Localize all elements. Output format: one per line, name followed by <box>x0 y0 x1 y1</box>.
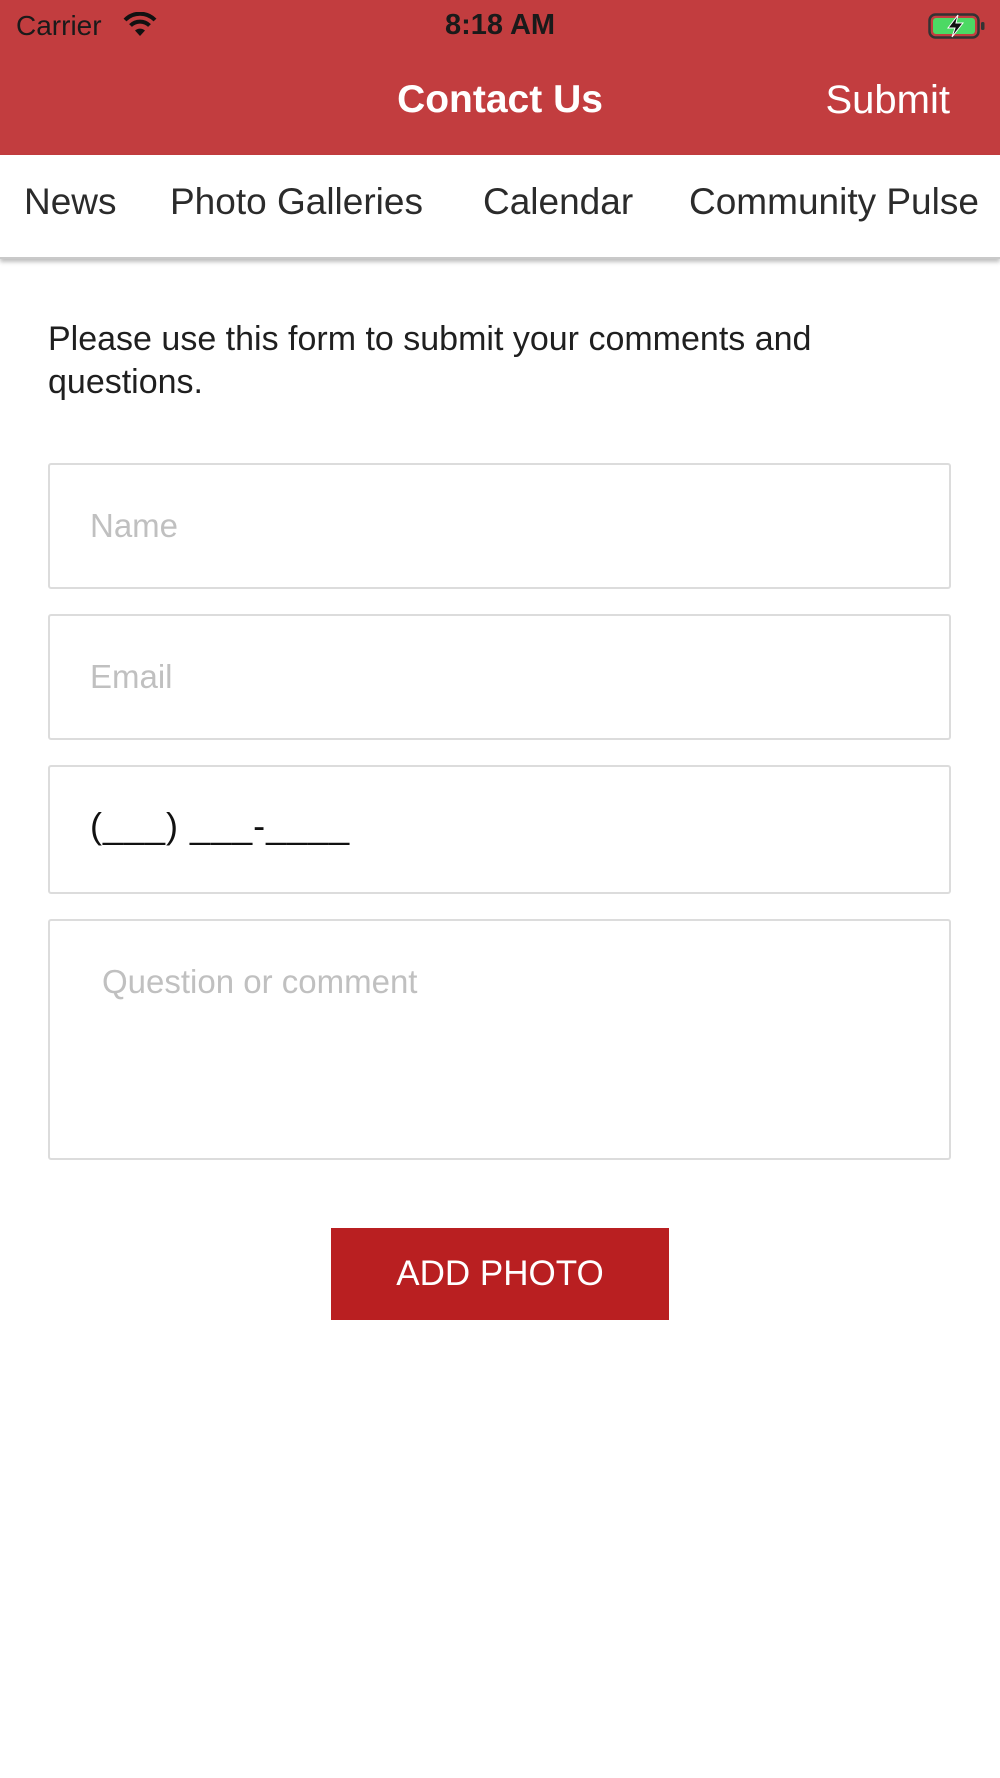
form-intro-text: Please use this form to submit your comm… <box>48 320 812 401</box>
battery-charging-icon <box>928 13 985 39</box>
phone-input-mask: (___) ___-____ <box>90 805 351 846</box>
tab-calendar[interactable]: Calendar <box>483 181 633 223</box>
tab-community-pulse[interactable]: Community Pulse <box>689 181 979 223</box>
status-time: 8:18 AM <box>444 9 556 41</box>
status-bar: Carrier 8:18 AM <box>0 0 1000 52</box>
submit-button[interactable]: Submit <box>826 78 951 123</box>
comment-textarea[interactable] <box>50 921 949 1158</box>
name-field-box <box>48 463 951 589</box>
name-input[interactable] <box>50 465 949 587</box>
email-field-box <box>48 614 951 740</box>
tab-news[interactable]: News <box>24 181 117 223</box>
phone-field[interactable]: (___) ___-____ <box>48 765 951 894</box>
category-tabs: News Photo Galleries Calendar Community … <box>0 155 1000 259</box>
header-bar: Carrier 8:18 AM Contact Us Submit <box>0 0 1000 155</box>
add-photo-button[interactable]: ADD PHOTO <box>331 1228 669 1320</box>
email-input[interactable] <box>50 616 949 738</box>
tab-photo-galleries[interactable]: Photo Galleries <box>170 181 423 223</box>
comment-field-box <box>48 919 951 1160</box>
